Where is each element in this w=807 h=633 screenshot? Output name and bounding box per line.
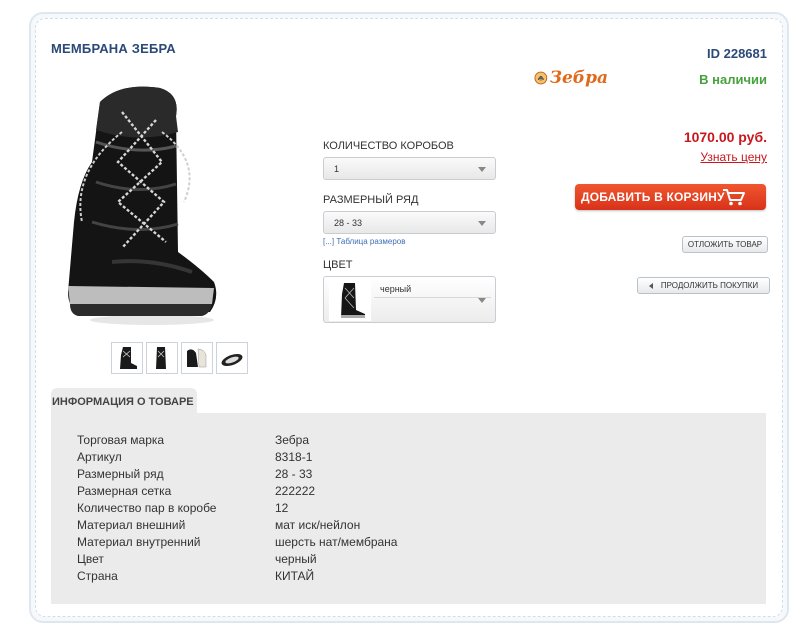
- ask-price-link[interactable]: Узнать цену: [700, 150, 767, 164]
- boxes-quantity-select[interactable]: 1: [323, 157, 496, 180]
- thumbnail-strip: [111, 342, 248, 374]
- tab-product-info[interactable]: ИНФОРМАЦИЯ О ТОВАРЕ: [51, 388, 197, 414]
- spec-row: Материал внутренний шерсть нат/мембрана: [77, 535, 577, 552]
- spec-key: Размерный ряд: [77, 467, 164, 481]
- spec-key: Цвет: [77, 552, 104, 566]
- size-range-select[interactable]: 28 - 33: [323, 211, 496, 234]
- chevron-down-icon: [478, 221, 486, 226]
- boxes-quantity-value: 1: [334, 164, 340, 174]
- color-swatch-image: [329, 280, 371, 321]
- color-select[interactable]: черный: [323, 276, 496, 323]
- color-select-divider: [374, 297, 491, 298]
- spec-value: КИТАЙ: [275, 569, 315, 583]
- spec-row: Страна КИТАЙ: [77, 569, 577, 586]
- shopping-cart-icon: [723, 189, 745, 206]
- spec-row: Размерный ряд 28 - 33: [77, 467, 577, 484]
- spec-value: мат иск/нейлон: [275, 518, 361, 532]
- spec-value: шерсть нат/мембрана: [275, 535, 398, 549]
- size-table-link[interactable]: [...] Таблица размеров: [323, 237, 406, 246]
- spec-row: Артикул 8318-1: [77, 450, 577, 467]
- thumbnail-side[interactable]: [146, 342, 178, 374]
- thumbnail-sole[interactable]: [216, 342, 248, 374]
- tab-product-info-label: ИНФОРМАЦИЯ О ТОВАРЕ: [52, 396, 194, 408]
- spec-row: Материал внешний мат иск/нейлон: [77, 518, 577, 535]
- spec-value: черный: [275, 552, 317, 566]
- continue-shopping-label: ПРОДОЛЖИТЬ ПОКУПКИ: [660, 281, 759, 290]
- spec-key: Артикул: [77, 450, 122, 464]
- zebra-logo-icon: [534, 71, 548, 85]
- spec-key: Торговая марка: [77, 433, 165, 447]
- spec-row: Цвет черный: [77, 552, 577, 569]
- spec-key: Материал внешний: [77, 518, 186, 532]
- spec-value: 28 - 33: [275, 467, 313, 481]
- spec-value: 12: [275, 501, 289, 515]
- color-label: ЦВЕТ: [323, 259, 353, 271]
- spec-key: Страна: [77, 569, 118, 583]
- boxes-quantity-label: КОЛИЧЕСТВО КОРОБОВ: [323, 140, 454, 152]
- spec-value: 222222: [275, 484, 316, 498]
- spec-row: Размерная сетка 222222: [77, 484, 577, 501]
- postpone-button[interactable]: ОТЛОЖИТЬ ТОВАР: [682, 236, 768, 253]
- product-main-image[interactable]: [52, 72, 224, 328]
- thumbnail-front[interactable]: [111, 342, 143, 374]
- size-range-value: 28 - 33: [334, 218, 363, 228]
- stock-status: В наличии: [699, 72, 767, 87]
- spec-key: Размерная сетка: [77, 484, 172, 498]
- postpone-label: ОТЛОЖИТЬ ТОВАР: [687, 240, 763, 249]
- add-to-cart-label: ДОБАВИТЬ В КОРЗИНУ: [581, 190, 725, 204]
- product-price: 1070.00 руб.: [683, 129, 767, 145]
- brand-logo[interactable]: Зебра: [534, 64, 608, 92]
- size-range-label: РАЗМЕРНЫЙ РЯД: [323, 194, 419, 206]
- thumbnail-open[interactable]: [181, 342, 213, 374]
- brand-logo-text: Зебра: [549, 68, 608, 88]
- spec-key: Количество пар в коробе: [77, 501, 217, 515]
- chevron-down-icon: [478, 167, 486, 172]
- product-id: ID 228681: [707, 46, 767, 61]
- spec-key: Материал внутренний: [77, 535, 201, 549]
- continue-shopping-button[interactable]: ПРОДОЛЖИТЬ ПОКУПКИ: [637, 277, 770, 294]
- triangle-left-icon: [648, 282, 653, 289]
- chevron-down-icon: [478, 298, 486, 303]
- spec-value: 8318-1: [275, 450, 313, 464]
- spec-row: Торговая марка Зебра: [77, 433, 577, 450]
- add-to-cart-button[interactable]: ДОБАВИТЬ В КОРЗИНУ: [575, 184, 766, 210]
- spec-row: Количество пар в коробе 12: [77, 501, 577, 518]
- product-title: МЕМБРАНА ЗЕБРА: [51, 41, 176, 56]
- color-value: черный: [380, 284, 412, 294]
- spec-value: Зебра: [275, 433, 310, 447]
